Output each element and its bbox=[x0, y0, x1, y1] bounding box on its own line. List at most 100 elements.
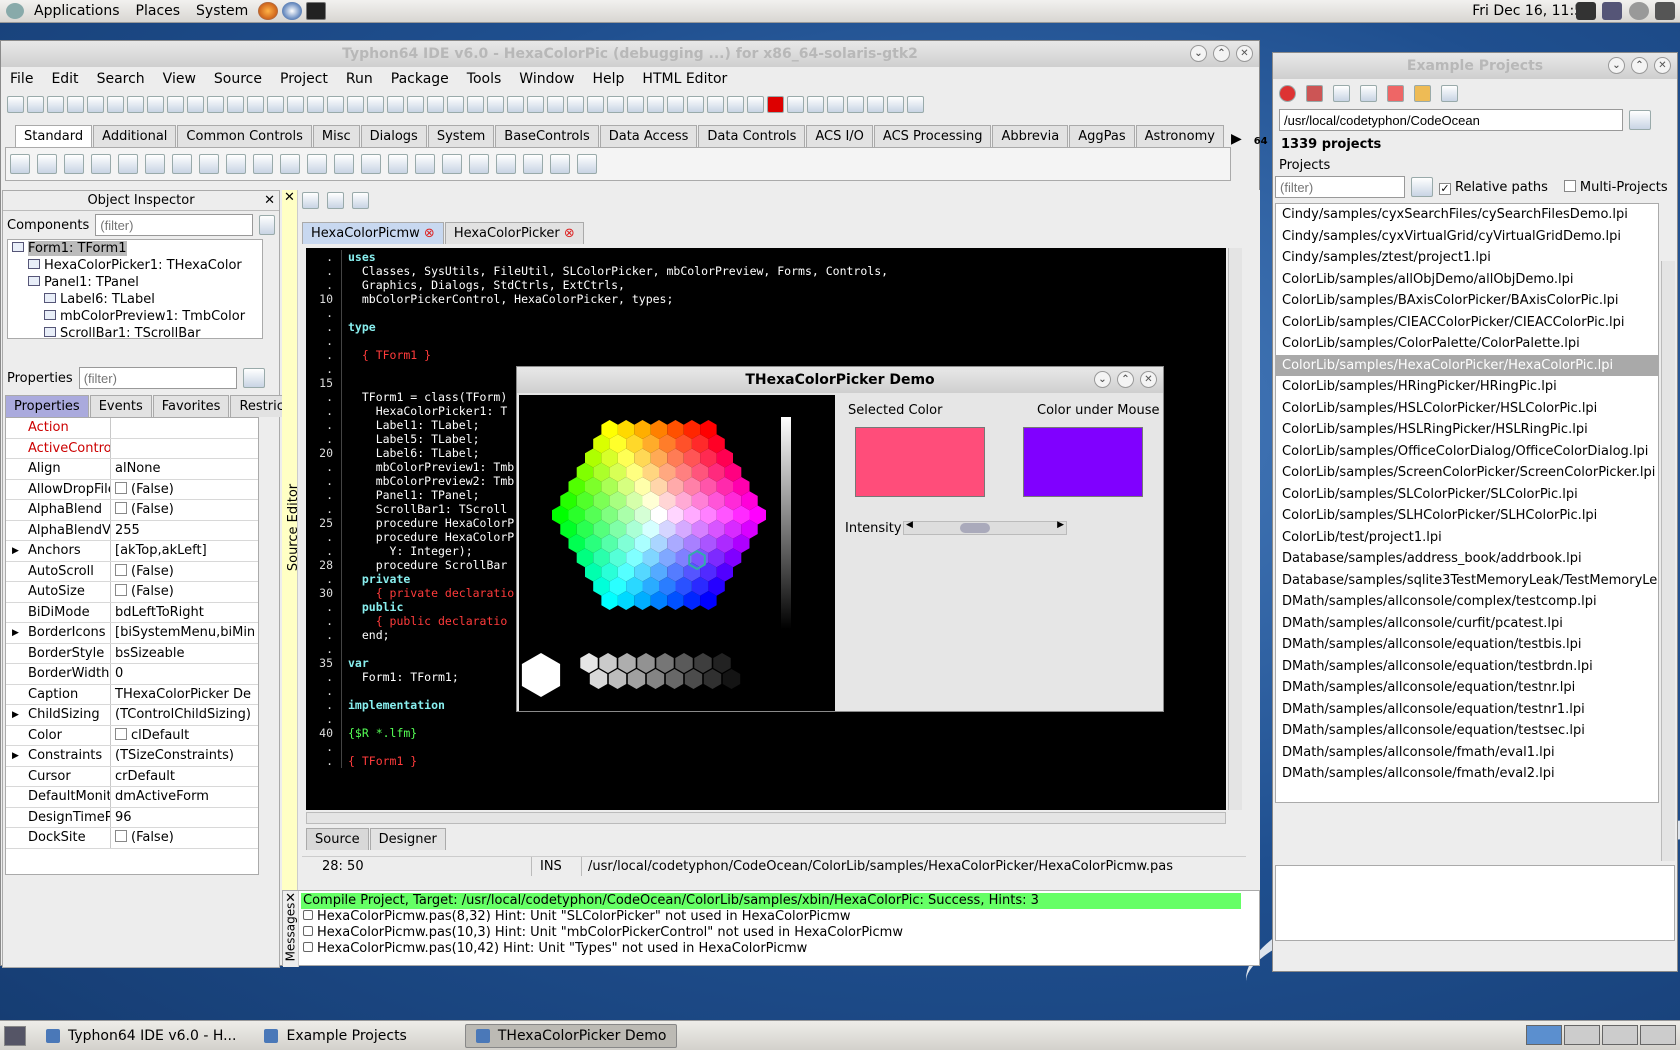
project-item[interactable]: DMath/samples/allconsole/complex/testcom… bbox=[1276, 591, 1658, 613]
project-item[interactable]: ColorLib/samples/HexaColorPicker/HexaCol… bbox=[1276, 354, 1658, 376]
projects-path-input[interactable] bbox=[1279, 109, 1623, 131]
close-button[interactable]: ✕ bbox=[1140, 371, 1157, 388]
projects-vscrollbar[interactable] bbox=[1661, 261, 1675, 861]
toolbar-icon[interactable] bbox=[867, 95, 884, 113]
gray-hex-cell[interactable] bbox=[637, 653, 655, 673]
toolbar-icon[interactable] bbox=[127, 95, 144, 113]
gray-hex-cell[interactable] bbox=[599, 653, 617, 673]
close-button[interactable]: ✕ bbox=[1654, 57, 1671, 74]
project-item[interactable]: ColorLib/samples/ColorPalette/ColorPalet… bbox=[1276, 333, 1658, 355]
close-icon[interactable]: ✕ bbox=[282, 190, 297, 205]
palette-tab-astronomy[interactable]: Astronomy bbox=[1135, 125, 1224, 147]
toolbar-icon[interactable] bbox=[47, 95, 64, 113]
component-tree[interactable]: Form1: TForm1 HexaColorPicker1: THexaColo… bbox=[7, 239, 263, 339]
menu-run[interactable]: Run bbox=[337, 71, 382, 87]
property-row[interactable]: AutoSize (False) bbox=[6, 582, 258, 603]
property-row[interactable]: Action bbox=[6, 418, 258, 439]
properties-filter-input[interactable] bbox=[78, 367, 237, 389]
toolbar-icon[interactable] bbox=[107, 95, 124, 113]
palette-component-icon[interactable] bbox=[253, 154, 273, 174]
task-example-projects[interactable]: Example Projects bbox=[254, 1024, 416, 1048]
palette-tab-data-controls[interactable]: Data Controls bbox=[698, 125, 806, 147]
ide-titlebar[interactable]: Typhon64 IDE v6.0 - HexaColorPic (debugg… bbox=[1, 41, 1259, 67]
clock-icon[interactable] bbox=[1628, 2, 1649, 20]
property-row[interactable]: ▶ ChildSizing (TControlChildSizing) bbox=[6, 705, 258, 726]
property-row[interactable]: AutoScroll (False) bbox=[6, 561, 258, 582]
toolbar-icon[interactable] bbox=[747, 95, 764, 113]
close-icon[interactable]: ⊗ bbox=[424, 226, 435, 241]
property-row[interactable]: AllowDropFile (False) bbox=[6, 479, 258, 500]
menu-search[interactable]: Search bbox=[88, 71, 154, 87]
project-item[interactable]: ColorLib/samples/CIEACColorPicker/CIEACC… bbox=[1276, 312, 1658, 334]
gray-hex-cell[interactable] bbox=[675, 653, 693, 673]
toolbar-icon[interactable] bbox=[167, 95, 184, 113]
toolbar-icon[interactable] bbox=[267, 95, 284, 113]
menu-help[interactable]: Help bbox=[584, 71, 634, 87]
palette-component-icon[interactable] bbox=[91, 154, 111, 174]
property-value[interactable]: (False) bbox=[111, 500, 258, 520]
property-row[interactable]: BiDiMode bdLeftToRight bbox=[6, 602, 258, 623]
toolbar-icon[interactable] bbox=[627, 95, 644, 113]
palette-component-icon[interactable] bbox=[442, 154, 462, 174]
projects-filter-input[interactable] bbox=[1275, 176, 1405, 198]
palette-tab-abbrevia[interactable]: Abbrevia bbox=[992, 125, 1069, 147]
editor-vscrollbar[interactable] bbox=[1228, 248, 1242, 810]
gray-hex-cell[interactable] bbox=[608, 669, 627, 689]
gray-hex-cell[interactable] bbox=[646, 669, 665, 689]
property-value[interactable]: THexaColorPicker De bbox=[111, 685, 258, 705]
project-item[interactable]: DMath/samples/allconsole/curfit/pcatest.… bbox=[1276, 613, 1658, 635]
project-item[interactable]: Database/samples/sqlite3TestMemoryLeak/T… bbox=[1276, 570, 1658, 592]
gray-hex-cell[interactable] bbox=[665, 669, 684, 689]
property-row[interactable]: AlphaBlend (False) bbox=[6, 500, 258, 521]
close-icon[interactable]: ⊗ bbox=[564, 226, 575, 241]
property-value[interactable]: (TSizeConstraints) bbox=[111, 746, 258, 766]
toolbar-icon[interactable] bbox=[7, 95, 24, 113]
projects-list[interactable]: Cindy/samples/cyxSearchFiles/cySearchFil… bbox=[1275, 203, 1659, 803]
tree-node[interactable]: HexaColorPicker1: THexaColor bbox=[8, 257, 262, 274]
toolbar-icon[interactable] bbox=[67, 95, 84, 113]
tab-hexacolorpicmw[interactable]: HexaColorPicmw ⊗ bbox=[302, 222, 444, 244]
toolbar-icon[interactable] bbox=[527, 95, 544, 113]
demo-titlebar[interactable]: THexaColorPicker Demo ⌄ ⌃ ✕ bbox=[517, 367, 1163, 393]
project-item[interactable]: DMath/samples/allconsole/equation/testnr… bbox=[1276, 677, 1658, 699]
toolbar-icon[interactable] bbox=[807, 95, 824, 113]
palette-component-icon[interactable] bbox=[577, 154, 597, 174]
menu-view[interactable]: View bbox=[154, 71, 205, 87]
property-value[interactable]: bdLeftToRight bbox=[111, 603, 258, 623]
tab-events[interactable]: Events bbox=[89, 395, 152, 417]
palette-component-icon[interactable] bbox=[118, 154, 138, 174]
palette-tab-misc[interactable]: Misc bbox=[312, 125, 360, 147]
menu-project[interactable]: Project bbox=[271, 71, 337, 87]
editor-toolbar-icon[interactable] bbox=[302, 192, 319, 209]
checkbox-icon[interactable] bbox=[115, 727, 127, 740]
project-item[interactable]: DMath/samples/allconsole/equation/testbi… bbox=[1276, 634, 1658, 656]
terminal-icon[interactable] bbox=[306, 2, 327, 20]
property-row[interactable]: ActiveControl bbox=[6, 438, 258, 459]
project-item[interactable]: ColorLib/samples/SLHColorPicker/SLHColor… bbox=[1276, 505, 1658, 527]
palette-component-icon[interactable] bbox=[226, 154, 246, 174]
palette-component-icon[interactable] bbox=[37, 154, 57, 174]
gray-hex-cell[interactable] bbox=[684, 669, 703, 689]
menu-tools[interactable]: Tools bbox=[458, 71, 511, 87]
maximize-button[interactable]: ⌃ bbox=[1117, 371, 1134, 388]
property-row[interactable]: DockSite (False) bbox=[6, 828, 258, 849]
palette-tab-data-access[interactable]: Data Access bbox=[599, 125, 698, 147]
tree-node[interactable]: Form1: TForm1 bbox=[8, 240, 262, 257]
gray-hex-cell[interactable] bbox=[722, 669, 741, 689]
palette-tab-aggpas[interactable]: AggPas bbox=[1069, 125, 1135, 147]
refresh-icon[interactable] bbox=[1306, 84, 1323, 102]
menu-file[interactable]: File bbox=[1, 71, 42, 87]
toolbar-icon[interactable] bbox=[787, 95, 804, 113]
toolbar-icon[interactable] bbox=[907, 95, 924, 113]
palette-component-icon[interactable] bbox=[145, 154, 165, 174]
property-row[interactable]: Cursor crDefault bbox=[6, 766, 258, 787]
toolbar-icon[interactable] bbox=[407, 95, 424, 113]
update-icon[interactable] bbox=[1602, 2, 1623, 20]
project-item[interactable]: ColorLib/samples/HRingPicker/HRingPic.lp… bbox=[1276, 376, 1658, 398]
project-item[interactable]: ColorLib/samples/ScreenColorPicker/Scree… bbox=[1276, 462, 1658, 484]
property-value[interactable]: (False) bbox=[111, 828, 258, 848]
palette-tab-basecontrols[interactable]: BaseControls bbox=[495, 125, 599, 147]
message-hint[interactable]: HexaColorPicmw.pas(8,32) Hint: Unit "SLC… bbox=[301, 909, 1241, 925]
scroll-left-icon[interactable]: ◀ bbox=[906, 520, 913, 530]
toolbar-icon[interactable] bbox=[687, 95, 704, 113]
